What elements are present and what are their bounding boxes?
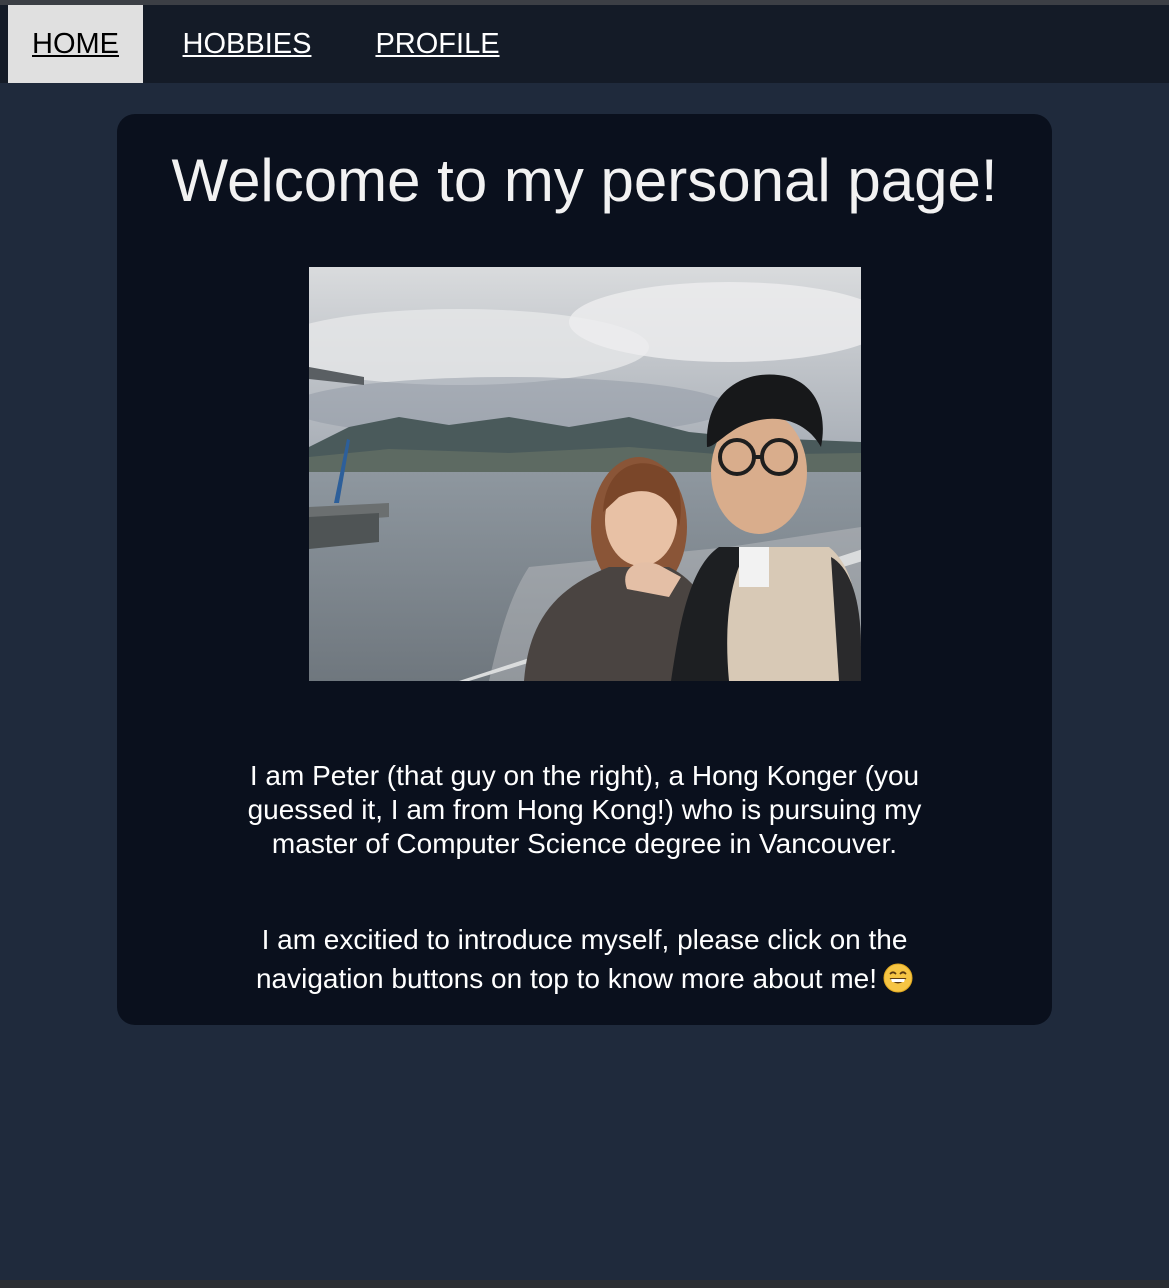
welcome-card: Welcome to my personal page! I am Peter … xyxy=(117,114,1052,1025)
window-bottom-border xyxy=(0,1280,1169,1288)
nav-profile-link[interactable]: PROFILE xyxy=(355,5,520,83)
top-navigation-bar: HOME HOBBIES PROFILE xyxy=(0,5,1169,83)
page-title: Welcome to my personal page! xyxy=(171,147,998,214)
profile-photo xyxy=(309,267,861,681)
intro-paragraph: I am Peter (that guy on the right), a Ho… xyxy=(247,760,922,859)
nav-hobbies-link[interactable]: HOBBIES xyxy=(162,5,332,83)
cta-paragraph: I am excitied to introduce myself, pleas… xyxy=(212,920,957,998)
grinning-face-icon xyxy=(883,963,913,993)
nav-home-link[interactable]: HOME xyxy=(8,5,143,83)
cta-text: I am excitied to introduce myself, pleas… xyxy=(255,924,908,994)
